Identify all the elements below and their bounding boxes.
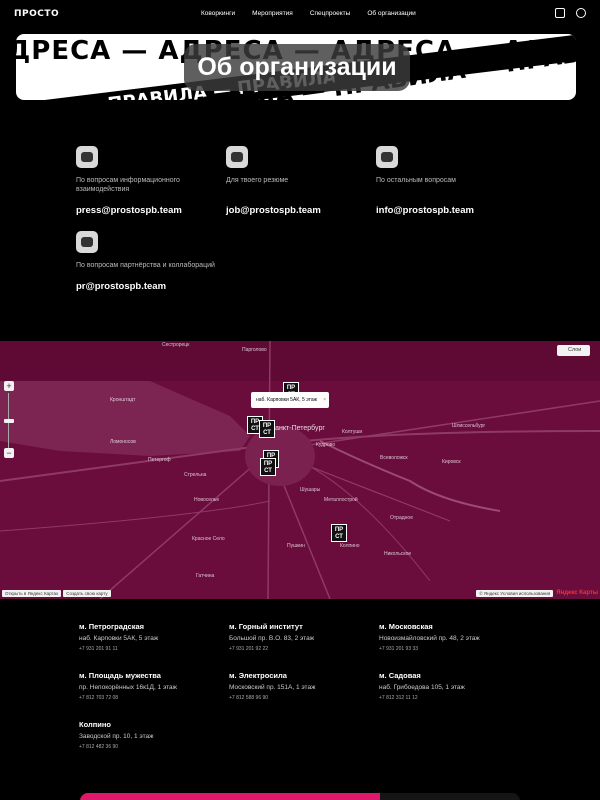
contact-label: Для твоего резюме [226,177,289,184]
nav-item-coworkings[interactable]: Коворкинги [201,10,235,17]
address-metro: м. Садовая [379,671,421,680]
contact-label: По вопросам информационного взаимодейств… [76,177,180,193]
address-phone[interactable]: +7 812 312 11 12 [379,695,529,701]
address-phone[interactable]: +7 812 482 36 90 [79,744,229,750]
map-label-city: Санкт-Петербург [270,425,325,432]
main-nav: Коворкинги Мероприятия Спецпроекты Об ор… [201,10,433,17]
map-balloon: наб. Карповки 5АК, 5 этаж × [251,392,329,408]
address-metro: м. Московская [379,622,433,631]
zoom-slider-handle[interactable] [4,419,14,423]
header-actions [555,8,586,18]
contact-email[interactable]: info@prostospb.team [376,205,516,216]
address-street: Заводской пр. 10, 1 этаж [79,733,154,740]
next-section-preview [80,793,520,800]
address-street: пр. Непокорённых 16к1Д, 1 этаж [79,684,178,691]
profile-icon[interactable] [576,8,586,18]
layers-button[interactable]: Слои [557,345,590,356]
map-label-kronshtadt: Кронштадт [110,397,136,403]
nav-item-special-projects[interactable]: Спецпроекты [310,10,350,17]
map-label-pargolovo: Парголово [242,347,267,353]
address-street: наб. Карповки 5АК, 5 этаж [79,635,159,642]
page-title: Об организации [184,44,410,91]
contact-label: По остальным вопросам [376,177,456,184]
nav-item-about[interactable]: Об организации [367,10,415,17]
zoom-in-button[interactable]: + [4,381,14,391]
map-label-gatchina: Гатчина [196,573,215,579]
yandex-terms-link[interactable]: © Яндекс Условия использования [476,590,554,597]
map-label-novoselye: Новоселье [194,497,220,503]
address-street: Новоизмайловский пр. 48, 2 этаж [379,635,480,642]
address-street: Большой пр. В.О. 83, 2 этаж [229,635,315,642]
map-label-kolpino: Колпино [340,543,360,549]
map-label-otradnoe: Отрадное [390,515,413,521]
site-header: ПРОСТО Коворкинги Мероприятия Спецпроект… [0,0,600,28]
open-in-yandex-link[interactable]: Открыть в Яндекс Картах [2,590,62,597]
map-label-vsevolozhsk: Всеволожск [380,455,408,461]
close-icon[interactable]: × [323,392,326,408]
map-label-lomonosov: Ломоносов [110,439,136,445]
map-label-metallostroy: Металлострой [324,497,358,503]
contact-job: Для твоего резюме job@prostospb.team [226,146,366,216]
map-footer-right: © Яндекс Условия использования Яндекс Ка… [476,590,598,597]
map-label-koltushi: Колтуши [342,429,363,435]
zoom-out-button[interactable]: − [4,448,14,458]
location-marker[interactable]: ПР СТ [331,524,347,542]
map-background [0,341,600,599]
address-phone[interactable]: +7 931 201 93 33 [379,646,529,652]
map-label-sestroretsk: Сестрорецк [162,342,190,348]
create-map-link[interactable]: Создать свою карту [63,590,111,597]
chat-icon [76,146,98,168]
contact-email[interactable]: pr@prostospb.team [76,281,216,292]
resume-icon [226,146,248,168]
map-label-shlisselburg: Шлиссельбург [452,423,486,429]
address-item: м. Площадь мужества пр. Непокорённых 16к… [79,671,229,701]
address-item: м. Электросила Московский пр. 151А, 1 эт… [229,671,379,701]
map-label-shushary: Шушары [300,487,321,493]
map-label-nikolskoe: Никольское [384,551,412,557]
yandex-map[interactable]: + − Слои Сестрорецк Парголово Кронштадт … [0,341,600,599]
address-item: м. Садовая наб. Грибоедова 105, 1 этаж +… [379,671,529,701]
address-item: Колпино Заводской пр. 10, 1 этаж +7 812 … [79,720,229,750]
address-phone[interactable]: +7 812 703 72 08 [79,695,229,701]
contact-email[interactable]: job@prostospb.team [226,205,366,216]
contact-pr: По вопросам партнёрства и коллабораций p… [76,231,216,292]
location-marker[interactable]: ПР СТ [259,420,275,438]
map-label-kirovsk: Кировск [442,459,461,465]
address-item: м. Московская Новоизмайловский пр. 48, 2… [379,622,529,652]
yandex-maps-logo[interactable]: Яндекс Карты [556,590,598,597]
address-metro: м. Горный институт [229,622,303,631]
address-phone[interactable]: +7 931 201 92 22 [229,646,379,652]
address-metro: м. Петроградская [79,622,145,631]
site-logo[interactable]: ПРОСТО [14,9,59,19]
map-label-petergof: Петергоф [148,457,171,463]
address-item: м. Горный институт Большой пр. В.О. 83, … [229,622,379,652]
next-section-pink-card [80,793,380,800]
map-label-strelna: Стрельна [184,472,207,478]
location-marker[interactable]: ПР СТ [260,458,276,476]
contact-press: По вопросам информационного взаимодейств… [76,146,216,216]
address-metro: Колпино [79,720,111,729]
address-item: м. Петроградская наб. Карповки 5АК, 5 эт… [79,622,229,652]
nav-item-events[interactable]: Мероприятия [252,10,293,17]
map-label-pushkin: Пушкин [287,543,305,549]
address-phone[interactable]: +7 812 588 96 90 [229,695,379,701]
address-metro: м. Площадь мужества [79,671,161,680]
question-icon [376,146,398,168]
map-balloon-text: наб. Карповки 5АК, 5 этаж [256,397,317,403]
partners-icon [76,231,98,253]
address-street: Московский пр. 151А, 1 этаж [229,684,316,691]
map-label-krasnoe-selo: Красное Село [192,536,225,542]
address-street: наб. Грибоедова 105, 1 этаж [379,684,465,691]
accessibility-icon[interactable] [555,8,565,18]
contact-info: По остальным вопросам info@prostospb.tea… [376,146,516,216]
contact-label: По вопросам партнёрства и коллабораций [76,262,215,269]
address-metro: м. Электросила [229,671,287,680]
map-label-kudrovo: Кудрово [316,442,336,448]
map-footer-left: Открыть в Яндекс Картах Создать свою кар… [2,590,111,597]
address-phone[interactable]: +7 931 201 91 11 [79,646,229,652]
contact-email[interactable]: press@prostospb.team [76,205,216,216]
